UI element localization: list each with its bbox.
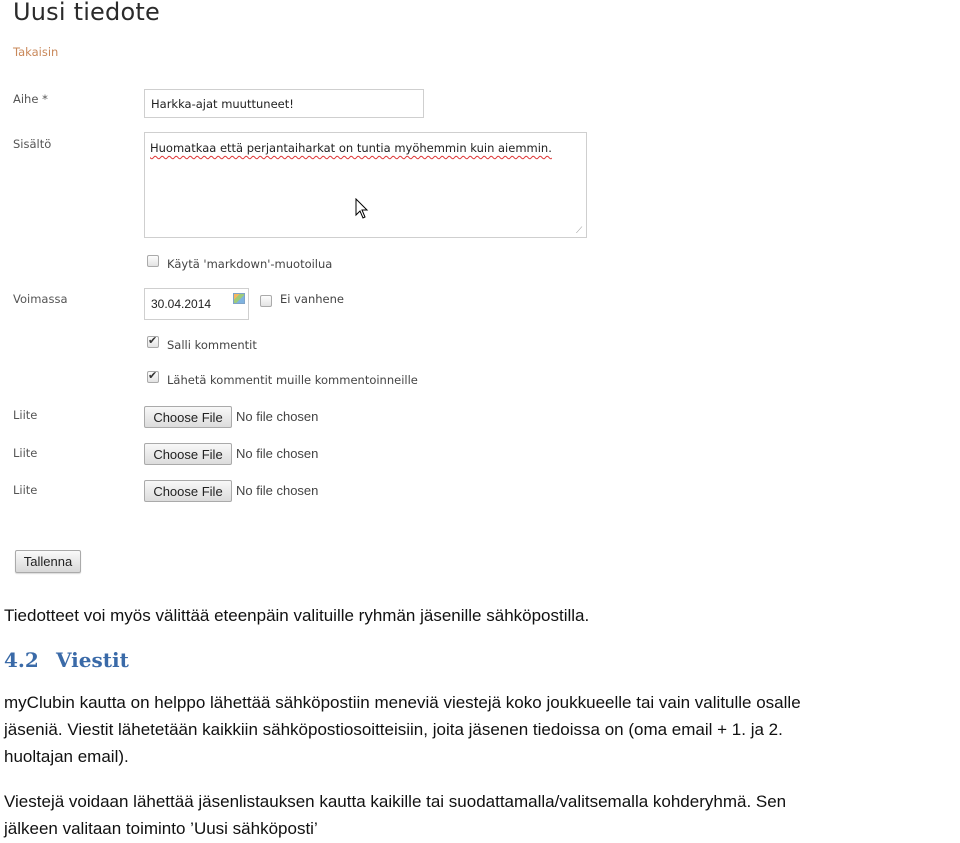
paragraph-line: huoltajan email). xyxy=(4,747,129,766)
paragraph-line: myClubin kautta on helppo lähettää sähkö… xyxy=(4,693,801,712)
allow-comments-label: Salli kommentit xyxy=(167,338,257,352)
valid-until-value: 30.04.2014 xyxy=(151,297,212,311)
back-link[interactable]: Takaisin xyxy=(13,45,58,59)
paragraph-line: Viestejä voidaan lähettää jäsenlistaukse… xyxy=(4,792,787,811)
valid-until-date-input[interactable]: 30.04.2014 xyxy=(144,288,249,320)
choose-file-button[interactable]: Choose File xyxy=(144,406,232,428)
file-status: No file chosen xyxy=(236,446,319,461)
never-expires-checkbox[interactable] xyxy=(260,295,272,307)
markdown-checkbox[interactable] xyxy=(147,255,159,267)
page-title: Uusi tiedote xyxy=(13,0,160,26)
section-heading: 4.2 Viestit xyxy=(4,648,129,672)
content-textarea[interactable] xyxy=(144,132,587,238)
intro-paragraph: Tiedotteet voi myös välittää eteenpäin v… xyxy=(4,606,590,625)
save-button[interactable]: Tallenna xyxy=(15,550,81,573)
file-status: No file chosen xyxy=(236,409,319,424)
section-title: Viestit xyxy=(56,648,129,672)
content-label: Sisältö xyxy=(13,137,52,151)
file-status: No file chosen xyxy=(236,483,319,498)
attachment-label: Liite xyxy=(13,446,38,460)
calendar-icon[interactable] xyxy=(233,293,245,304)
subject-label: Aihe * xyxy=(13,92,48,106)
choose-file-button[interactable]: Choose File xyxy=(144,480,232,502)
attachment-label: Liite xyxy=(13,408,38,422)
send-comments-label: Lähetä kommentit muille kommentoinneille xyxy=(167,373,418,387)
mouse-cursor-icon xyxy=(355,198,369,219)
valid-until-label: Voimassa xyxy=(13,292,68,306)
markdown-checkbox-label: Käytä 'markdown'-muotoilua xyxy=(167,257,333,271)
allow-comments-checkbox[interactable] xyxy=(147,334,159,348)
resize-grip-icon[interactable]: ⟋ xyxy=(576,226,586,236)
section-number: 4.2 xyxy=(4,648,39,672)
paragraph-line: jälkeen valitaan toiminto ’Uusi sähköpos… xyxy=(4,819,318,838)
paragraph-line: jäseniä. Viestit lähetetään kaikkiin säh… xyxy=(4,720,783,739)
screenshot-form: Uusi tiedote Takaisin Aihe * Sisältö Huo… xyxy=(0,0,960,590)
subject-input[interactable] xyxy=(144,89,424,118)
attachment-label: Liite xyxy=(13,483,38,497)
choose-file-button[interactable]: Choose File xyxy=(144,443,232,465)
send-comments-checkbox[interactable] xyxy=(147,369,159,383)
never-expires-label: Ei vanhene xyxy=(280,292,344,306)
